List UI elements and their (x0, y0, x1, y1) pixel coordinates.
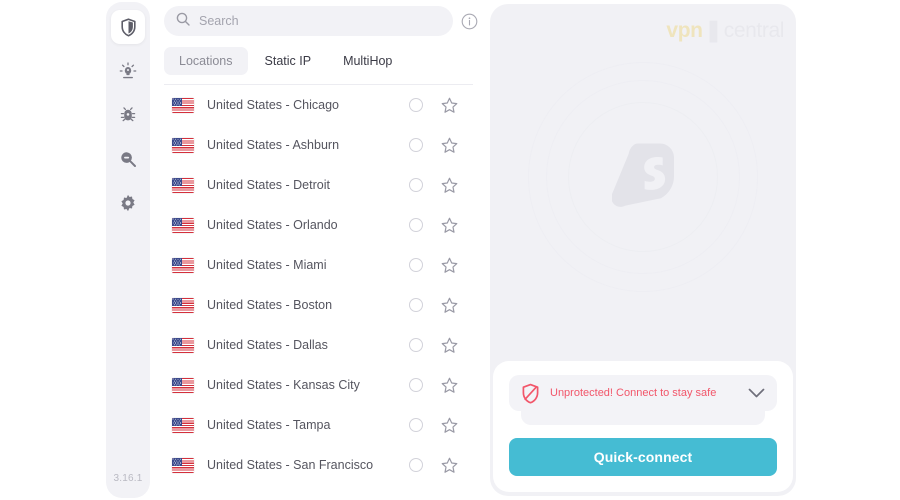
shield-off-icon (521, 383, 540, 404)
search-box[interactable] (164, 6, 453, 36)
shield-icon (120, 17, 137, 37)
location-row[interactable]: United States - Miami (164, 245, 480, 285)
favorite-star-icon[interactable] (441, 97, 458, 114)
location-label: United States - Tampa (207, 418, 331, 432)
location-row[interactable]: United States - Kansas City (164, 365, 480, 405)
quick-connect-button[interactable]: Quick-connect (509, 438, 777, 476)
location-radio[interactable] (409, 218, 423, 232)
us-flag-icon (172, 457, 194, 473)
location-radio[interactable] (409, 178, 423, 192)
sidebar-item-vpn[interactable] (111, 10, 145, 44)
location-row[interactable]: United States - Dallas (164, 325, 480, 365)
us-flag-icon (172, 217, 194, 233)
location-radio[interactable] (409, 378, 423, 392)
location-label: United States - Ashburn (207, 138, 340, 152)
sidebar-item-alert[interactable] (111, 54, 145, 88)
us-flag-icon (172, 137, 194, 153)
tab-static-ip[interactable]: Static IP (250, 47, 327, 75)
location-label: United States - Kansas City (207, 378, 360, 392)
us-flag-icon (172, 297, 194, 313)
location-row[interactable]: United States - Orlando (164, 205, 480, 245)
favorite-star-icon[interactable] (441, 177, 458, 194)
surfshark-logo-icon (611, 142, 674, 213)
sidebar-item-antivirus[interactable] (111, 98, 145, 132)
watermark-suffix: central (723, 18, 785, 42)
location-label: United States - Detroit (207, 178, 330, 192)
location-radio[interactable] (409, 458, 423, 472)
location-label: United States - Orlando (207, 218, 338, 232)
us-flag-icon (172, 337, 194, 353)
location-label: United States - Dallas (207, 338, 328, 352)
us-flag-icon (172, 417, 194, 433)
favorite-star-icon[interactable] (441, 337, 458, 354)
info-circle-icon[interactable] (461, 13, 480, 30)
favorite-star-icon[interactable] (441, 297, 458, 314)
location-radio[interactable] (409, 298, 423, 312)
favorite-star-icon[interactable] (441, 417, 458, 434)
location-radio[interactable] (409, 98, 423, 112)
search-row (164, 0, 480, 36)
watermark-brand: vpn (666, 18, 703, 42)
favorite-star-icon[interactable] (441, 257, 458, 274)
favorite-star-icon[interactable] (441, 217, 458, 234)
sidebar-rail: 3.16.1 (106, 2, 150, 498)
search-icon (176, 12, 190, 31)
search-minus-icon (119, 150, 137, 168)
location-row[interactable]: United States - Tampa (164, 405, 480, 445)
favorite-star-icon[interactable] (441, 137, 458, 154)
location-row[interactable]: United States - Chicago (164, 85, 480, 125)
us-flag-icon (172, 97, 194, 113)
tab-locations[interactable]: Locations (164, 47, 248, 75)
connection-card: Unprotected! Connect to stay safe Quick-… (493, 361, 793, 492)
location-label: United States - Chicago (207, 98, 340, 112)
alert-bulb-icon (119, 62, 137, 80)
sidebar-item-settings[interactable] (111, 186, 145, 220)
search-input[interactable] (199, 14, 441, 28)
locations-column: LocationsStatic IPMultiHop United States… (164, 0, 480, 500)
location-row[interactable]: United States - Boston (164, 285, 480, 325)
sidebar-item-search[interactable] (111, 142, 145, 176)
surfshark-app-window: 3.16.1 LocationsStat (0, 0, 900, 500)
app-version-label: 3.16.1 (113, 473, 143, 484)
connection-panel: vpn ❚ central Unprotected! Connect to st… (490, 4, 796, 496)
location-radio[interactable] (409, 418, 423, 432)
us-flag-icon (172, 257, 194, 273)
gear-icon (119, 194, 137, 212)
favorite-star-icon[interactable] (441, 457, 458, 474)
location-row[interactable]: United States - Detroit (164, 165, 480, 205)
vpncentral-watermark: vpn ❚ central (666, 18, 784, 43)
tab-bar: Locations Static IP MultiHop (164, 47, 480, 75)
watermark-separator-icon: ❚ (704, 19, 723, 42)
location-label: United States - Boston (207, 298, 333, 312)
us-flag-icon (172, 377, 194, 393)
favorite-star-icon[interactable] (441, 377, 458, 394)
location-radio[interactable] (409, 258, 423, 272)
location-row[interactable]: United States - Ashburn (164, 125, 480, 165)
location-label: United States - Miami (207, 258, 327, 272)
locations-list[interactable]: United States - Chicago United States - A… (164, 85, 480, 497)
location-radio[interactable] (409, 338, 423, 352)
location-radio[interactable] (409, 138, 423, 152)
status-text: Unprotected! Connect to stay safe (550, 387, 717, 399)
status-bar[interactable]: Unprotected! Connect to stay safe (509, 375, 777, 411)
chevron-down-icon[interactable] (748, 388, 765, 399)
location-label: United States - San Francisco (207, 458, 374, 472)
bug-icon (119, 106, 137, 124)
tab-multihop[interactable]: MultiHop (328, 47, 407, 75)
location-row[interactable]: United States - San Francisco (164, 445, 480, 485)
us-flag-icon (172, 177, 194, 193)
